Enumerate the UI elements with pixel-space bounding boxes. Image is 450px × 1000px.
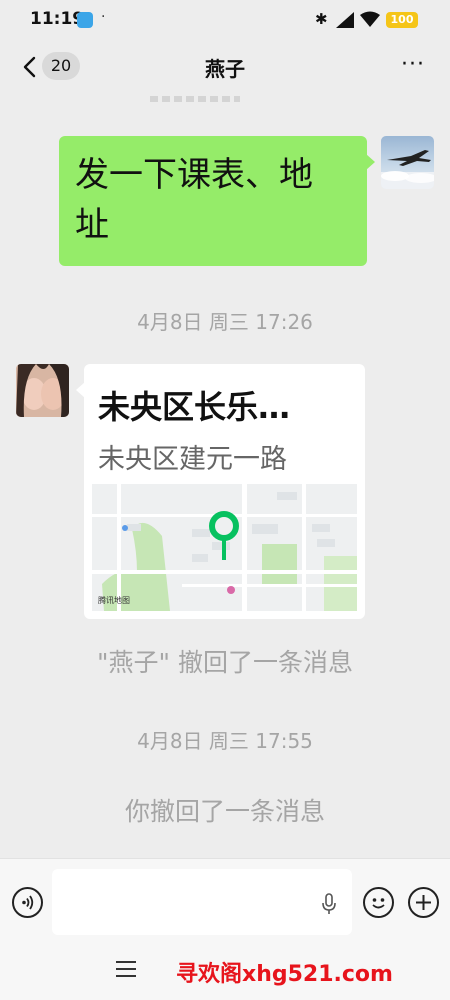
status-time: 11:19 <box>30 9 85 29</box>
location-title: 未央区长乐… <box>98 388 291 426</box>
airplane-icon <box>381 150 434 189</box>
map-attribution: 腾讯地图 <box>98 596 130 605</box>
my-avatar[interactable] <box>381 136 434 189</box>
sent-message-line-1: 发一下课表、地 <box>75 155 313 195</box>
status-bar: 11:19 · ✱ 100 <box>0 0 450 40</box>
timestamp: 4月8日 周三 17:26 <box>137 310 313 334</box>
voice-icon[interactable] <box>12 887 43 918</box>
recall-notice: "燕子" 撤回了一条消息 <box>97 648 353 677</box>
battery-icon: 100 <box>386 12 418 28</box>
watermark-text: 寻欢阁xhg521.com <box>176 962 393 987</box>
input-bar <box>0 858 450 948</box>
microphone-icon[interactable] <box>320 893 338 915</box>
message-input[interactable] <box>52 869 352 935</box>
contact-avatar[interactable] <box>16 364 69 417</box>
bottom-navigation: 寻欢阁xhg521.com <box>0 948 450 1000</box>
location-address: 未央区建元一路 <box>98 444 287 475</box>
sent-bubble-tail <box>366 154 375 170</box>
wifi-icon <box>360 11 380 27</box>
bluetooth-icon: ✱ <box>315 10 328 28</box>
contact-photo <box>16 364 69 417</box>
app-notification-icon <box>77 12 93 28</box>
sent-message-bubble[interactable]: 发一下课表、地 址 <box>59 136 367 266</box>
plus-icon[interactable] <box>408 887 439 918</box>
chat-header: 20 燕子 ··· <box>0 40 450 96</box>
signal-icon <box>336 12 354 28</box>
recall-notice-self: 你撤回了一条消息 <box>124 797 325 826</box>
location-map-preview: 腾讯地图 <box>92 484 357 611</box>
emoji-icon[interactable] <box>363 887 394 918</box>
sent-message-line-2: 址 <box>75 205 109 245</box>
chat-title: 燕子 <box>205 57 245 81</box>
location-message-card[interactable]: 未央区长乐… 未央区建元一路 腾讯地图 <box>84 364 365 619</box>
status-dot: · <box>101 9 106 25</box>
menu-icon[interactable] <box>116 956 136 978</box>
timestamp: 4月8日 周三 17:55 <box>137 729 313 753</box>
cut-off-text <box>150 90 240 102</box>
more-dots-icon[interactable]: ··· <box>396 52 430 82</box>
